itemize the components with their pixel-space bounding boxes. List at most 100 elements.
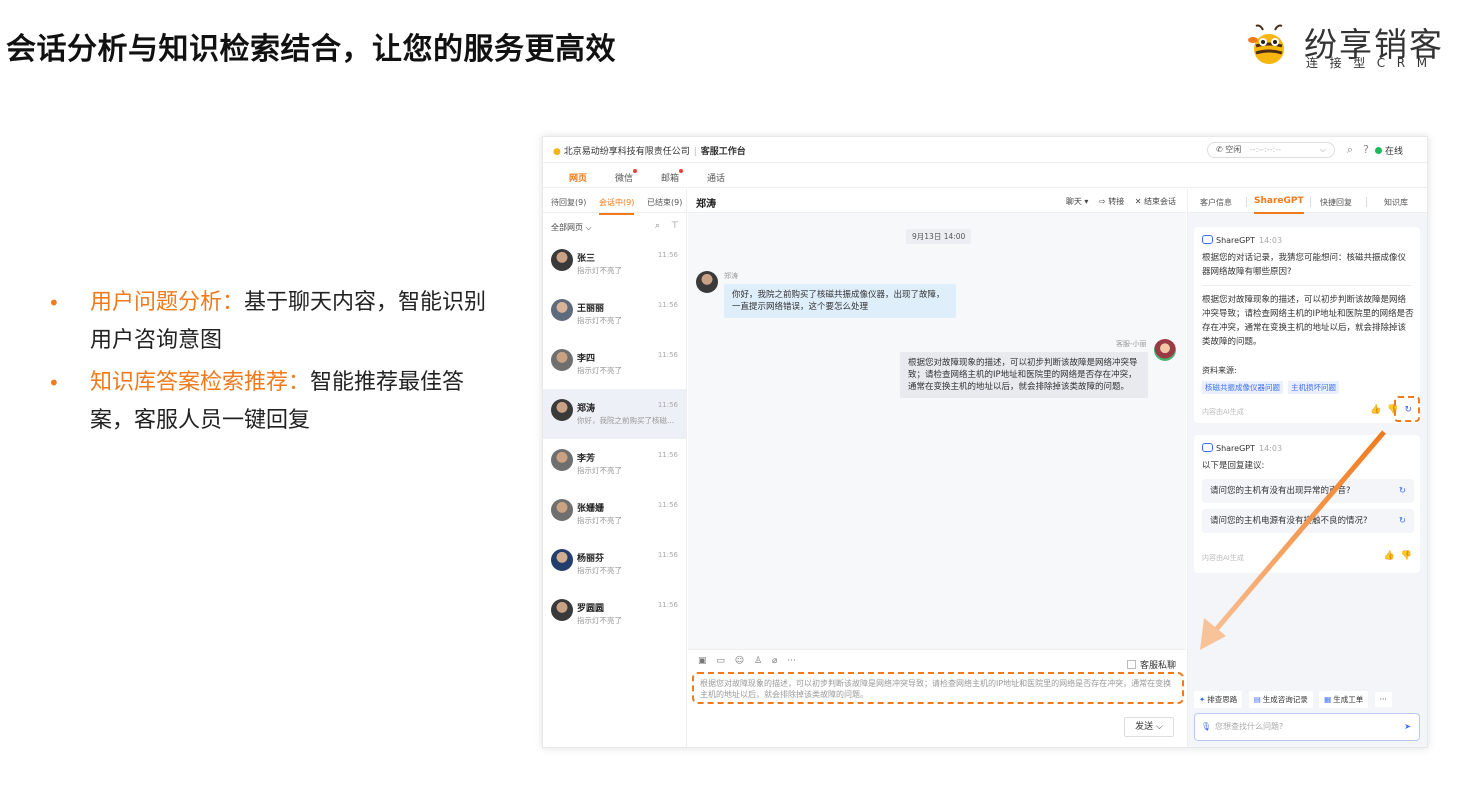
chat-title: 郑涛 (696, 199, 716, 210)
avatar (551, 399, 573, 421)
conversation-item[interactable]: 张三 11:56 指示灯不亮了 (543, 239, 686, 289)
attach-icon[interactable]: ⌀ (772, 656, 777, 666)
chat-actions: 聊天 ▾ ⇨ 转接 ✕ 结束会话 (1058, 196, 1176, 207)
suggested-reply[interactable]: 请问您的主机电源有没有接触不良的情况? ↻ (1202, 509, 1414, 533)
search-icon[interactable]: ⌕ (1343, 143, 1357, 157)
conversation-item[interactable]: 王丽丽 11:56 指示灯不亮了 (543, 289, 686, 339)
send-icon[interactable]: ➤ (1404, 714, 1411, 740)
intent-text: 根据您的对话记录，我猜您可能想问：核磁共振成像仪器网络故障有哪些原因? (1202, 253, 1407, 277)
app-window: ● 北京易动纷享科技有限责任公司 | 客服工作台 ✆ 空闲 --:--:--:-- … (542, 136, 1428, 748)
tab-ended[interactable]: 已结束(9) (647, 197, 682, 208)
tab-wechat[interactable]: 微信 (615, 169, 638, 184)
search-icon[interactable]: ⌕ (655, 221, 660, 231)
send-button[interactable]: 发送 ⌵ (1124, 717, 1174, 737)
chat-header: 郑涛 聊天 ▾ ⇨ 转接 ✕ 结束会话 (688, 189, 1186, 213)
source-label: 资料来源: (1202, 366, 1237, 375)
card-feedback: 👍 👎 (1378, 551, 1412, 561)
source-link[interactable]: 主机损坏问题 (1288, 381, 1339, 394)
agent-status-select[interactable]: ✆ 空闲 --:--:--:-- ⌵ (1207, 142, 1335, 158)
bullet-item: • 用户问题分析：基于聊天内容，智能识别用户咨询意图 (48, 284, 488, 360)
screen-icon[interactable]: ▭ (716, 656, 725, 666)
contact-icon[interactable]: ♙ (754, 656, 762, 666)
bee-logo-icon (1248, 24, 1284, 64)
end-session-button[interactable]: ✕ 结束会话 (1135, 197, 1176, 206)
troubleshoot-button[interactable]: ✦ 排查思路 (1194, 691, 1243, 708)
page-title: 会话分析与知识检索结合，让您的服务更高效 (6, 32, 616, 67)
doc-icon: ▤ (1253, 695, 1261, 704)
source-link[interactable]: 核磁共振成像仪器问题 (1202, 381, 1283, 394)
suggested-reply[interactable]: 请问您的主机有没有出现异常的声音? ↻ (1202, 479, 1414, 503)
thumb-up-icon[interactable]: 👍 (1384, 551, 1395, 561)
help-icon[interactable]: ? (1359, 143, 1373, 157)
avatar (551, 599, 573, 621)
status-label: 空闲 (1225, 145, 1242, 154)
online-dot-icon (1375, 147, 1382, 154)
highlight-box (1394, 396, 1420, 422)
thumb-up-icon[interactable]: 👍 (1370, 405, 1381, 415)
conversation-filter: 全部网页 ⌵ ⌕ ⊤ (543, 213, 686, 239)
create-ticket-button[interactable]: ▦ 生成工单 (1319, 691, 1369, 708)
insert-reply-icon[interactable]: ↻ (1399, 509, 1406, 533)
chat-mode-select[interactable]: 聊天 ▾ (1066, 197, 1089, 206)
compose-toolbar: ▣ ▭ ☺ ♙ ⌀ ··· (698, 656, 803, 666)
message-input[interactable]: 根据您对故障现象的描述，可以初步判断该故障是网络冲突导致；请检查网络主机的IP地… (692, 672, 1184, 704)
bullet-key: 用户问题分析： (90, 290, 245, 315)
avatar (551, 499, 573, 521)
customer-message: 你好，我院之前购买了核磁共振成像仪器，出现了故障，一直提示网络错误，这个要怎么处… (724, 284, 956, 318)
date-separator: 9月13日 14:00 (906, 229, 972, 244)
conversation-item[interactable]: 李四 11:56 指示灯不亮了 (543, 339, 686, 389)
conversation-item-selected[interactable]: 郑涛 11:56 你好，我院之前购买了核磁... (543, 389, 686, 439)
consult-record-button[interactable]: ▤ 生成咨询记录 (1248, 691, 1313, 708)
chat-panel: 郑涛 聊天 ▾ ⇨ 转接 ✕ 结束会话 9月13日 14:00 郑涛 你好，我院… (688, 189, 1186, 747)
avatar (551, 449, 573, 471)
ask-input[interactable]: 🎙 您想查找什么问题? ➤ (1194, 713, 1420, 741)
tab-customer-info[interactable]: 客户信息 (1200, 197, 1232, 208)
agent-message: 根据您对故障现象的描述，可以初步判断该故障是网络冲突导致；请检查网络主机的IP地… (900, 352, 1148, 398)
conversation-item[interactable]: 张姗姗 11:56 指示灯不亮了 (543, 489, 686, 539)
conversation-list-panel: 待回复(9) 会话中(9) 已结束(9) 全部网页 ⌵ ⌕ ⊤ 张三 11:56… (543, 189, 687, 747)
company-header: ● 北京易动纷享科技有限责任公司 | 客服工作台 (553, 147, 746, 157)
bullet-dot-icon: • (48, 371, 60, 395)
conversation-item[interactable]: 杨丽芬 11:56 指示灯不亮了 (543, 539, 686, 589)
tab-active[interactable]: 会话中(9) (599, 197, 635, 215)
tab-call[interactable]: 通话 (707, 171, 725, 184)
compose-area: ▣ ▭ ☺ ♙ ⌀ ··· 客服私聊 根据您对故障现象的描述，可以初步判断该故障… (688, 649, 1186, 747)
unread-dot-icon (633, 169, 638, 173)
conversation-status-tabs: 待回复(9) 会话中(9) 已结束(9) (543, 189, 686, 215)
tab-pending[interactable]: 待回复(9) (551, 197, 586, 208)
workspace-name: 客服工作台 (700, 147, 746, 157)
online-status[interactable]: 在线 (1375, 144, 1403, 157)
transfer-button[interactable]: ⇨ 转接 (1099, 197, 1124, 206)
filter-select[interactable]: 全部网页 ⌵ (551, 222, 592, 233)
insert-reply-icon[interactable]: ↻ (1399, 479, 1406, 503)
checkbox-icon (1126, 660, 1136, 669)
ticket-icon: ▦ (1324, 695, 1332, 704)
mic-icon[interactable]: 🎙 (1201, 714, 1211, 740)
more-icon[interactable]: ··· (787, 656, 796, 666)
message-sender: 客服-小丽 (1116, 340, 1147, 348)
conversation-item[interactable]: 李芳 11:56 指示灯不亮了 (543, 439, 686, 489)
emoji-icon[interactable]: ☺ (735, 656, 744, 666)
image-icon[interactable]: ▣ (698, 656, 707, 666)
tab-knowledge-base[interactable]: 知识库 (1384, 197, 1408, 208)
company-name: 北京易动纷享科技有限责任公司 (563, 147, 690, 157)
bulb-icon: ✦ (1199, 695, 1206, 704)
tab-quick-reply[interactable]: 快捷回复 (1320, 197, 1352, 208)
tab-web[interactable]: 网页 (569, 171, 587, 184)
assistant-tabs: 客户信息 ShareGPT 快捷回复 知识库 (1188, 189, 1427, 214)
unread-dot-icon (679, 169, 684, 173)
private-chat-checkbox[interactable]: 客服私聊 (1126, 658, 1176, 671)
tab-email[interactable]: 邮箱 (661, 169, 684, 184)
small-bee-icon: ● (553, 147, 561, 157)
card-header: ShareGPT 14:03 (1202, 235, 1282, 245)
message-sender: 郑涛 (724, 272, 738, 280)
tab-sharegpt[interactable]: ShareGPT (1254, 196, 1304, 214)
thumb-down-icon[interactable]: 👎 (1401, 551, 1412, 561)
conversation-item[interactable]: 罗圆圆 11:56 指示灯不亮了 (543, 589, 686, 639)
channel-tabs: 网页 微信 邮箱 通话 (543, 164, 1427, 188)
avatar (551, 299, 573, 321)
filter-icon[interactable]: ⊤ (671, 221, 679, 231)
answer-text: 根据您对故障现象的描述，可以初步判断该故障是网络冲突导致；请检查网络主机的IP地… (1202, 295, 1414, 347)
avatar (551, 549, 573, 571)
more-button[interactable]: ··· (1374, 692, 1392, 707)
